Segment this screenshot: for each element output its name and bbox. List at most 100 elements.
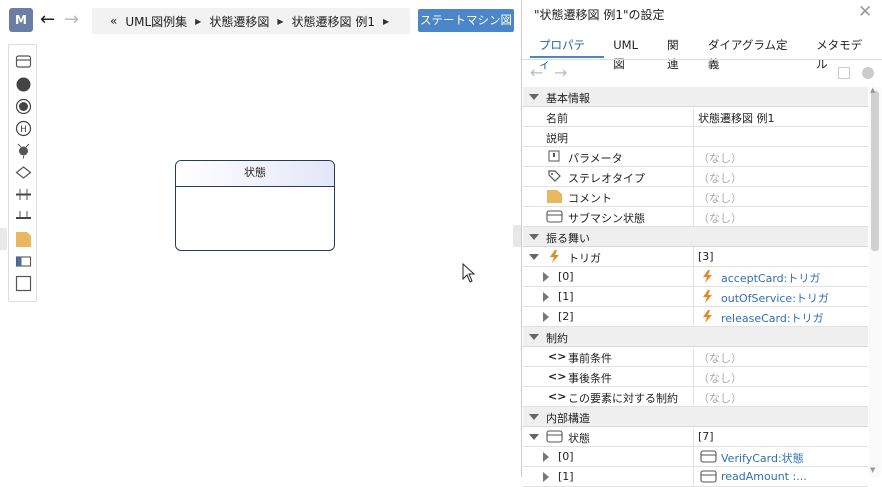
tab-divider (522, 59, 882, 60)
property-label: この要素に対する制約 (568, 392, 678, 405)
tab-uml-diagram[interactable]: UML図 (604, 36, 658, 71)
property-label: 状態 (568, 432, 590, 445)
scroll-down-icon[interactable]: ▼ (870, 466, 875, 474)
section-header: 制約 (546, 332, 568, 345)
tab-properties[interactable]: プロパティ (530, 36, 605, 71)
caret-right-icon[interactable] (543, 272, 549, 282)
section-basic[interactable]: 基本情報 (523, 87, 868, 107)
trigger-link[interactable]: releaseCard:トリガ (721, 310, 824, 326)
caret-down-icon (529, 334, 539, 340)
state-node[interactable]: 状態 (175, 160, 335, 251)
trigger-link[interactable]: acceptCard:トリガ (721, 270, 820, 286)
property-value[interactable]: （なし） (698, 370, 742, 386)
breadcrumb-item[interactable]: 状態遷移図 (209, 13, 269, 30)
property-value[interactable]: （なし） (698, 150, 742, 166)
list-item[interactable]: [0] VerifyCard:状態 (523, 447, 868, 467)
property-row[interactable]: パラメータ （なし） (523, 147, 868, 167)
close-icon[interactable]: ✕ (858, 2, 872, 22)
property-row[interactable]: <> 事前条件 （なし） (523, 347, 868, 367)
state-icon[interactable] (15, 53, 32, 70)
caret-down-icon[interactable] (529, 254, 539, 260)
property-label: トリガ (568, 252, 601, 265)
fork-icon[interactable] (15, 186, 32, 203)
tab-relations[interactable]: 関連 (658, 36, 699, 71)
final-state-icon[interactable] (15, 98, 32, 115)
comment-icon (547, 190, 562, 203)
property-value: [3] (698, 250, 714, 263)
property-row[interactable]: 説明 (523, 127, 868, 147)
tool-palette: H (8, 44, 37, 302)
trigger-link[interactable]: outOfService:トリガ (721, 290, 829, 306)
tag-icon (548, 170, 561, 182)
property-label: 説明 (546, 132, 568, 145)
property-value[interactable]: 状態遷移図 例1 (698, 110, 775, 126)
list-item[interactable]: [2] releaseCard:トリガ (523, 307, 868, 327)
column-divider (693, 127, 694, 147)
property-value[interactable]: （なし） (698, 210, 742, 226)
property-row[interactable]: <> この要素に対する制約 （なし） (523, 387, 868, 407)
tab-metamodel[interactable]: メタモデル (807, 36, 882, 71)
section-behavior[interactable]: 振る舞い (523, 227, 868, 247)
decision-icon[interactable] (15, 164, 32, 181)
note-icon[interactable] (15, 231, 32, 248)
left-collapse-handle[interactable] (0, 228, 7, 250)
forward-arrow-icon[interactable]: → (64, 9, 79, 31)
rectangle-icon[interactable] (15, 275, 32, 292)
caret-down-icon[interactable] (529, 434, 539, 440)
tab-diagram-definition[interactable]: ダイアグラム定義 (699, 36, 807, 71)
join-icon[interactable] (15, 208, 32, 225)
panel-collapse-handle[interactable] (513, 225, 521, 247)
constraint-icon: <> (548, 390, 567, 403)
property-row[interactable]: コメント （なし） (523, 187, 868, 207)
trigger-icon (550, 250, 559, 263)
chevron-right-icon: ▶ (277, 16, 284, 26)
back-arrow-icon[interactable]: ← (40, 9, 55, 31)
column-divider (693, 467, 694, 487)
list-index: [0] (558, 270, 574, 283)
scroll-up-icon[interactable]: ▲ (870, 86, 875, 94)
forward-arrow-icon[interactable]: → (554, 63, 567, 82)
back-arrow-icon[interactable]: ← (530, 63, 543, 82)
caret-right-icon[interactable] (543, 452, 549, 462)
navigate-icon[interactable] (862, 67, 874, 79)
caret-right-icon[interactable] (543, 312, 549, 322)
property-row[interactable]: 状態 [7] (523, 427, 868, 447)
panel-title: "状態遷移図 例1"の設定 (534, 8, 665, 22)
chevron-right-icon[interactable]: ▶ (383, 17, 389, 26)
property-value[interactable]: （なし） (698, 190, 742, 206)
history-icon[interactable]: H (15, 120, 32, 137)
column-divider (693, 447, 694, 467)
property-value[interactable]: （なし） (698, 350, 742, 366)
list-item[interactable]: [1] readAmount :... (523, 467, 868, 487)
list-item[interactable]: [1] outOfService:トリガ (523, 287, 868, 307)
caret-right-icon[interactable] (543, 472, 549, 482)
property-row[interactable]: 名前 状態遷移図 例1 (523, 107, 868, 127)
property-row[interactable]: サブマシン状態 （なし） (523, 207, 868, 227)
state-machine-button[interactable]: ステートマシン図 (418, 9, 514, 32)
state-link[interactable]: VerifyCard:状態 (721, 450, 804, 466)
property-row[interactable]: トリガ [3] (523, 247, 868, 267)
choice-icon[interactable] (15, 142, 32, 159)
scrollbar-thumb[interactable] (871, 91, 879, 251)
image-icon[interactable] (838, 67, 850, 79)
breadcrumb-item[interactable]: UML図例集 (125, 13, 187, 30)
breadcrumb-item[interactable]: 状態遷移図 例1 (292, 13, 375, 30)
property-label: 名前 (546, 112, 568, 125)
submachine-icon[interactable] (15, 253, 32, 270)
caret-right-icon[interactable] (543, 292, 549, 302)
property-value[interactable]: （なし） (698, 390, 742, 406)
section-constraints[interactable]: 制約 (523, 327, 868, 347)
settings-panel: "状態遷移図 例1"の設定 ✕ プロパティ UML図 関連 ダイアグラム定義 メ… (521, 0, 882, 487)
property-row[interactable]: <> 事後条件 （なし） (523, 367, 868, 387)
column-divider (693, 267, 694, 287)
app-badge[interactable]: M (9, 8, 33, 32)
column-divider (693, 167, 694, 187)
property-row[interactable]: ステレオタイプ （なし） (523, 167, 868, 187)
property-value[interactable]: （なし） (698, 170, 742, 186)
initial-state-icon[interactable] (15, 76, 32, 93)
breadcrumb-start[interactable]: « (110, 14, 117, 28)
section-internal[interactable]: 内部構造 (523, 407, 868, 427)
chevron-right-icon: ▶ (195, 16, 202, 26)
list-item[interactable]: [0] acceptCard:トリガ (523, 267, 868, 287)
column-divider (693, 387, 694, 407)
